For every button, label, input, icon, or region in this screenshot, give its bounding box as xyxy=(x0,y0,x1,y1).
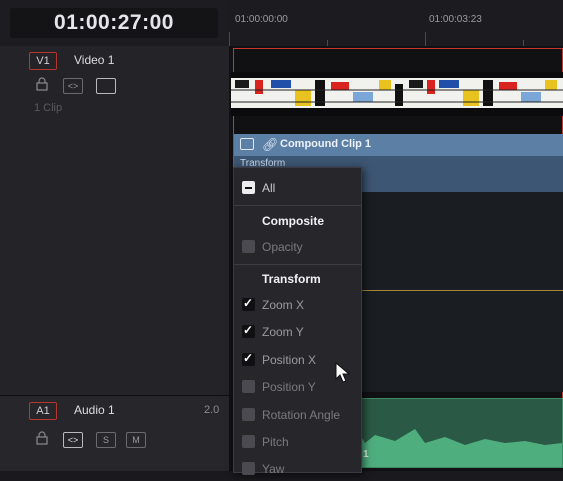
transform-header: Transform xyxy=(262,272,321,286)
dropdown-item-label: Position Y xyxy=(262,380,316,394)
dropdown-item-zoom-y[interactable]: Zoom Y xyxy=(234,320,361,344)
dropdown-item-label: All xyxy=(262,181,276,195)
timecode-display[interactable]: 01:00:27:00 xyxy=(10,8,218,38)
dropdown-item-pitch[interactable]: Pitch xyxy=(234,430,361,454)
dropdown-item-label: Opacity xyxy=(262,240,303,254)
mute-button[interactable]: M xyxy=(126,432,146,448)
video-track-name[interactable]: Video 1 xyxy=(74,53,114,67)
dropdown-divider xyxy=(234,264,361,265)
video-track-id[interactable]: V1 xyxy=(29,52,57,70)
composite-header: Composite xyxy=(262,214,325,228)
film-icon xyxy=(240,138,254,150)
dropdown-item-label: Yaw xyxy=(262,462,285,476)
dropdown-item-label: Position X xyxy=(262,353,317,367)
dropdown-item-rotation-angle[interactable]: Rotation Angle xyxy=(234,403,361,427)
timecode-panel: 01:00:27:00 xyxy=(0,0,229,47)
dropdown-item-label: Zoom Y xyxy=(262,325,304,339)
dropdown-item-all[interactable]: All xyxy=(234,176,361,200)
dropdown-item-label: Zoom X xyxy=(262,298,305,312)
clip-thumbnail-strip xyxy=(231,72,563,116)
ruler-tick xyxy=(229,32,230,46)
lock-icon[interactable] xyxy=(36,77,48,91)
zoom-x-checkbox[interactable] xyxy=(242,296,255,311)
rotation-angle-checkbox[interactable] xyxy=(242,408,255,421)
yaw-checkbox[interactable] xyxy=(242,462,255,475)
dropdown-divider xyxy=(234,205,361,206)
audio-track-name[interactable]: Audio 1 xyxy=(74,403,115,417)
link-icon: 🔗︎ xyxy=(262,137,279,152)
mouse-cursor-icon xyxy=(334,361,352,384)
dropdown-item-zoom-x[interactable]: Zoom X xyxy=(234,293,361,317)
dropdown-item-opacity[interactable]: Opacity xyxy=(234,235,361,259)
auto-select-icon[interactable]: <> xyxy=(63,432,83,448)
position-y-checkbox[interactable] xyxy=(242,380,255,393)
auto-select-icon[interactable]: <> xyxy=(63,78,83,94)
thumbnail-image xyxy=(231,72,563,116)
timeline-ruler[interactable]: 01:00:00:00 01:00:03:23 xyxy=(229,0,563,47)
position-x-checkbox[interactable] xyxy=(242,351,255,366)
ruler-tick xyxy=(425,32,426,46)
solo-button[interactable]: S xyxy=(96,432,116,448)
audio-track-id[interactable]: A1 xyxy=(29,402,57,420)
enable-track-icon[interactable] xyxy=(96,78,116,94)
keyframe-curve-dropdown: All Composite Opacity Transform Zoom X Z… xyxy=(233,167,362,476)
zoom-y-checkbox[interactable] xyxy=(242,323,255,338)
ruler-label-second: 01:00:03:23 xyxy=(429,14,482,25)
dropdown-item-label: Rotation Angle xyxy=(262,408,341,422)
dropdown-item-label: Pitch xyxy=(262,435,289,449)
dropdown-item-yaw[interactable]: Yaw xyxy=(234,457,361,481)
ruler-label-start: 01:00:00:00 xyxy=(235,14,288,25)
lock-icon[interactable] xyxy=(36,431,48,445)
opacity-checkbox[interactable] xyxy=(242,240,255,253)
audio-clip-label: 1 xyxy=(363,449,369,460)
clip-count: 1 Clip xyxy=(34,102,63,114)
track-header-panel: V1 Video 1 <> 1 Clip A1 Audio 1 2.0 <> S… xyxy=(0,46,230,471)
all-checkbox[interactable] xyxy=(242,181,255,194)
compound-clip-bar[interactable]: 🔗︎ Compound Clip 1 xyxy=(234,134,563,156)
compound-clip-title: Compound Clip 1 xyxy=(280,138,372,150)
audio-channel-format: 2.0 xyxy=(204,404,220,416)
pitch-checkbox[interactable] xyxy=(242,435,255,448)
